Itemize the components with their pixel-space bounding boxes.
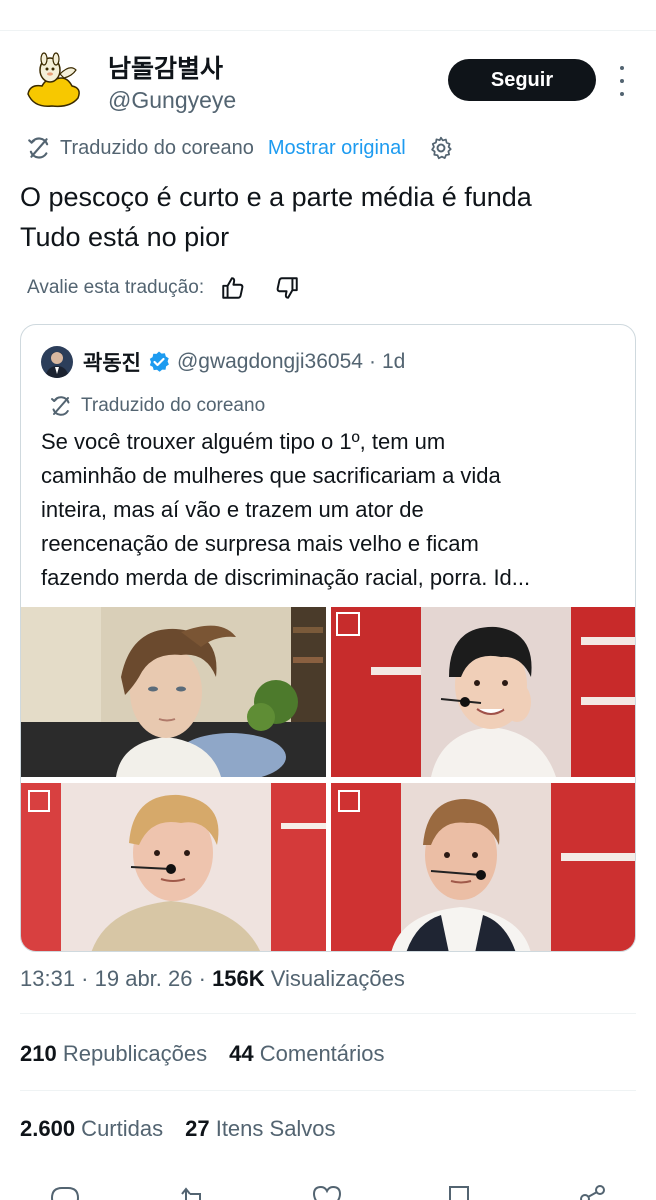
quoted-author-handle[interactable]: @gwagdongji36054: [177, 350, 363, 374]
thumbs-down-icon[interactable]: [274, 275, 300, 301]
translate-icon: [51, 396, 70, 416]
likes-count: 2.600: [20, 1116, 76, 1141]
tweet-text-line: Tudo está no pior: [20, 222, 230, 252]
author-handle[interactable]: @Gungyeye: [108, 86, 236, 114]
quoted-text-line: inteira, mas aí vão e trazem um ator de: [41, 497, 424, 522]
quoted-tweet-header: 곽동진 @gwagdongji36054 · 1d: [41, 345, 405, 379]
comments-label: Comentários: [253, 1041, 385, 1066]
media-photo-3[interactable]: [21, 783, 326, 951]
media-photo-2[interactable]: [331, 607, 635, 777]
gear-icon[interactable]: [428, 135, 454, 161]
verified-badge-icon: [149, 351, 169, 372]
reposts-count: 210: [20, 1041, 57, 1066]
rate-translation-label: Avalie esta tradução:: [27, 277, 205, 298]
author-display-name[interactable]: 남돌감별사: [108, 54, 223, 84]
action-bar: [0, 1184, 656, 1200]
stats-row-1: 210 Republicações 44 Comentários: [20, 1041, 406, 1067]
tweet-date[interactable]: 19 abr. 26: [95, 966, 193, 991]
more-vertical-icon[interactable]: [612, 66, 632, 96]
tweet-time[interactable]: 13:31: [20, 966, 75, 991]
reposts-label: Republicações: [56, 1041, 208, 1066]
repost-icon[interactable]: [176, 1184, 210, 1200]
tweet-text-line: O pescoço é curto e a parte média é fund…: [20, 182, 532, 212]
media-photo-1[interactable]: [21, 607, 326, 777]
likes-stat[interactable]: 2.600 Curtidas: [20, 1116, 163, 1142]
comments-count: 44: [229, 1041, 254, 1066]
views-label: Visualizações: [264, 966, 405, 991]
quoted-text-line: fazendo merda de discriminação racial, p…: [41, 565, 531, 590]
quoted-text-line: caminhão de mulheres que sacrificariam a…: [41, 463, 501, 488]
rate-translation-row: Avalie esta tradução:: [27, 272, 300, 304]
quoted-author-avatar[interactable]: [41, 346, 73, 378]
bookmark-icon[interactable]: [442, 1184, 476, 1200]
thumbs-up-icon[interactable]: [220, 275, 246, 301]
share-icon[interactable]: [576, 1184, 610, 1200]
quoted-text-line: Se você trouxer alguém tipo o 1º, tem um: [41, 429, 446, 454]
follow-button[interactable]: Seguir: [448, 59, 596, 101]
media-grid: [21, 607, 635, 951]
saves-count: 27: [185, 1116, 210, 1141]
media-photo-4[interactable]: [331, 783, 635, 951]
divider: [20, 1090, 636, 1091]
comments-stat[interactable]: 44 Comentários: [229, 1041, 384, 1067]
saves-label: Itens Salvos: [209, 1116, 336, 1141]
duck-avatar-icon: [20, 50, 86, 116]
stats-row-2: 2.600 Curtidas 27 Itens Salvos: [20, 1116, 358, 1142]
separator-dot: ·: [192, 966, 213, 991]
quoted-translation-row: Traduzido do coreano: [49, 394, 265, 418]
like-icon[interactable]: [310, 1184, 344, 1200]
show-original-link[interactable]: Mostrar original: [268, 137, 406, 160]
views-count: 156K: [212, 966, 265, 991]
person-avatar-icon: [41, 346, 73, 378]
tweet-text: O pescoço é curto e a parte média é fund…: [20, 177, 640, 257]
reply-icon[interactable]: [48, 1184, 82, 1200]
quoted-tweet-text: Se você trouxer alguém tipo o 1º, tem um…: [41, 425, 621, 595]
quoted-text-line: reencenação de surpresa mais velho e fic…: [41, 531, 479, 556]
quoted-tweet-time[interactable]: 1d: [382, 350, 405, 374]
saves-stat[interactable]: 27 Itens Salvos: [185, 1116, 335, 1142]
quoted-translation-label: Traduzido do coreano: [81, 395, 266, 416]
divider: [20, 1013, 636, 1014]
author-avatar[interactable]: [20, 50, 86, 116]
translation-label: Traduzido do coreano: [60, 136, 254, 159]
quoted-tweet[interactable]: 곽동진 @gwagdongji36054 · 1d Traduzido do c…: [20, 324, 636, 952]
separator-dot: ·: [75, 966, 95, 991]
top-divider: [0, 30, 656, 31]
translation-row: Traduzido do coreano Mostrar original: [26, 133, 454, 163]
quoted-author-name[interactable]: 곽동진: [83, 347, 141, 377]
reposts-stat[interactable]: 210 Republicações: [20, 1041, 207, 1067]
separator-dot: ·: [368, 350, 376, 373]
likes-label: Curtidas: [75, 1116, 164, 1141]
tweet-meta: 13:31 · 19 abr. 26 · 156K Visualizações: [20, 966, 405, 992]
translate-icon: [28, 137, 49, 159]
